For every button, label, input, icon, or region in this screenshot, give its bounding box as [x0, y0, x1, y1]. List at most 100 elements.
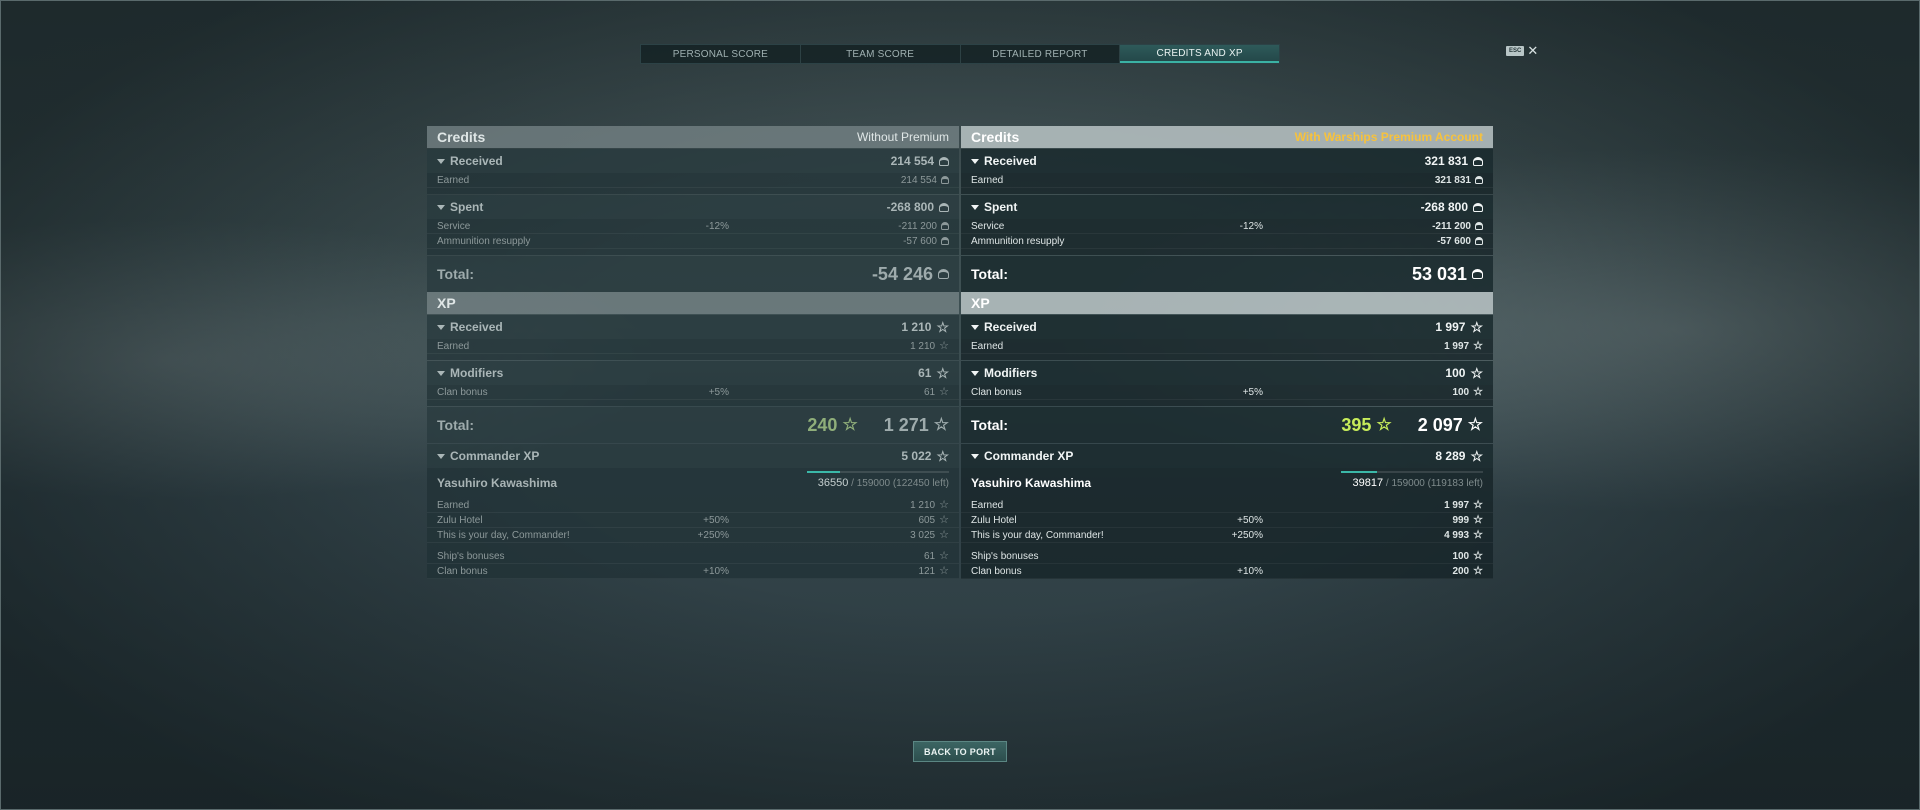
list-item: Earned 1 210 ☆ [427, 339, 959, 354]
xp-star-icon: ☆ [1470, 365, 1483, 381]
close-button[interactable]: ESC ✕ [1506, 44, 1538, 57]
row-label: Earned [437, 340, 470, 352]
xp-modifiers-section[interactable]: Modifiers 61 ☆ [427, 361, 959, 385]
xp-header: XP [961, 292, 1493, 314]
row-value: 61 [924, 550, 936, 562]
section-value: 1 997 [1435, 320, 1466, 334]
credits-icon [1475, 222, 1483, 230]
commander-xp-section[interactable]: Commander XP 8 289 ☆ [961, 444, 1493, 468]
xp-total: Total: 395 ☆ 2 097 ☆ [961, 407, 1493, 443]
chevron-down-icon [437, 204, 445, 210]
section-value: 100 [1445, 366, 1466, 380]
chevron-down-icon [971, 158, 979, 164]
tab-personal-score[interactable]: PERSONAL SCORE [641, 45, 801, 63]
credits-icon [1473, 156, 1483, 166]
chevron-down-icon [437, 370, 445, 376]
row-value: 121 [918, 565, 936, 577]
spacer [961, 249, 1493, 255]
row-value: 100 [1452, 550, 1470, 562]
row-label: Service [971, 220, 1005, 232]
row-label: Ammunition resupply [437, 235, 531, 247]
section-value: 5 022 [901, 449, 932, 463]
xp-star-icon: ☆ [1470, 448, 1483, 464]
xp-star-icon: ☆ [939, 529, 949, 541]
chevron-down-icon [437, 158, 445, 164]
row-percent: +5% [708, 386, 729, 398]
list-item: Earned 1 997 ☆ [961, 339, 1493, 354]
commander-xp-current: 39817 [1352, 477, 1384, 489]
list-item: Earned 1 210 ☆ [427, 498, 959, 513]
commander-xp-remaining: / 159000 (119183 left) [1385, 478, 1483, 489]
xp-star-icon: ☆ [939, 386, 949, 398]
list-item: Clan bonus +10% 200 ☆ [961, 564, 1493, 579]
row-value: -57 600 [903, 235, 937, 247]
row-value: 1 210 [910, 340, 936, 352]
row-label: Clan bonus [971, 386, 1022, 398]
section-label: Commander XP [984, 449, 1074, 463]
total-label: Total: [437, 417, 475, 433]
commander-row: Yasuhiro Kawashima 39817 / 159000 (11918… [961, 468, 1493, 498]
xp-star-icon: ☆ [939, 499, 949, 511]
total-value: 1 271 [883, 414, 929, 435]
xp-total: Total: 240 ☆ 1 271 ☆ [427, 407, 959, 443]
xp-star-icon: ☆ [1473, 550, 1483, 562]
credits-spent-section[interactable]: Spent -268 800 [961, 195, 1493, 219]
back-to-port-button[interactable]: BACK TO PORT [913, 741, 1007, 762]
row-percent: +10% [703, 565, 729, 577]
spacer [427, 249, 959, 255]
credits-icon [1473, 202, 1483, 212]
xp-star-icon: ☆ [936, 448, 949, 464]
credits-header: Credits With Warships Premium Account [961, 126, 1493, 148]
section-value: 321 831 [1424, 154, 1468, 168]
row-label: Earned [971, 499, 1004, 511]
list-item: Zulu Hotel +50% 999 ☆ [961, 513, 1493, 528]
xp-star-icon: ☆ [939, 340, 949, 352]
tab-credits-and-xp[interactable]: CREDITS AND XP [1120, 45, 1279, 63]
row-percent: +50% [1237, 514, 1263, 526]
row-label: Earned [437, 499, 470, 511]
xp-received-section[interactable]: Received 1 210 ☆ [427, 315, 959, 339]
list-item: Clan bonus +5% 100 ☆ [961, 385, 1493, 400]
spacer [427, 354, 959, 360]
credits-icon [941, 222, 949, 230]
tab-detailed-report[interactable]: DETAILED REPORT [961, 45, 1121, 63]
xp-received-section[interactable]: Received 1 997 ☆ [961, 315, 1493, 339]
credits-title: Credits [437, 129, 486, 145]
row-label: Zulu Hotel [437, 514, 483, 526]
xp-star-icon: ☆ [939, 514, 949, 526]
row-percent: +250% [697, 529, 729, 541]
credits-spent-section[interactable]: Spent -268 800 [427, 195, 959, 219]
section-value: 214 554 [890, 154, 934, 168]
row-label: Ammunition resupply [971, 235, 1065, 247]
commander-row: Yasuhiro Kawashima 36550 / 159000 (12245… [427, 468, 959, 498]
chevron-down-icon [437, 453, 445, 459]
xp-star-icon: ☆ [933, 415, 949, 434]
row-value: 999 [1452, 514, 1470, 526]
commander-xp-current: 36550 [817, 477, 849, 489]
credits-icon [941, 237, 949, 245]
credits-received-section[interactable]: Received 321 831 [961, 149, 1493, 173]
commander-progress-fill [807, 471, 840, 473]
list-item: Service -12% -211 200 [961, 219, 1493, 234]
credits-received-section[interactable]: Received 214 554 [427, 149, 959, 173]
credits-total: Total: -54 246 [427, 256, 959, 292]
xp-star-icon: ☆ [842, 415, 858, 434]
row-value: 4 993 [1444, 529, 1470, 541]
row-value: 214 554 [900, 174, 937, 186]
commander-progress-bar [807, 471, 949, 473]
list-item: Ammunition resupply -57 600 [961, 234, 1493, 249]
row-label: Earned [971, 174, 1004, 186]
total-label: Total: [437, 266, 475, 282]
xp-star-icon: ☆ [1473, 565, 1483, 577]
commander-xp-section[interactable]: Commander XP 5 022 ☆ [427, 444, 959, 468]
chevron-down-icon [971, 324, 979, 330]
row-label: Ship's bonuses [971, 550, 1039, 562]
credits-icon [939, 156, 949, 166]
xp-modifiers-section[interactable]: Modifiers 100 ☆ [961, 361, 1493, 385]
section-label: Spent [450, 200, 484, 214]
tab-team-score[interactable]: TEAM SCORE [801, 45, 961, 63]
xp-star-icon: ☆ [1473, 499, 1483, 511]
row-value: 1 997 [1444, 340, 1470, 352]
section-value: 1 210 [901, 320, 932, 334]
account-type: Without Premium [856, 130, 949, 144]
